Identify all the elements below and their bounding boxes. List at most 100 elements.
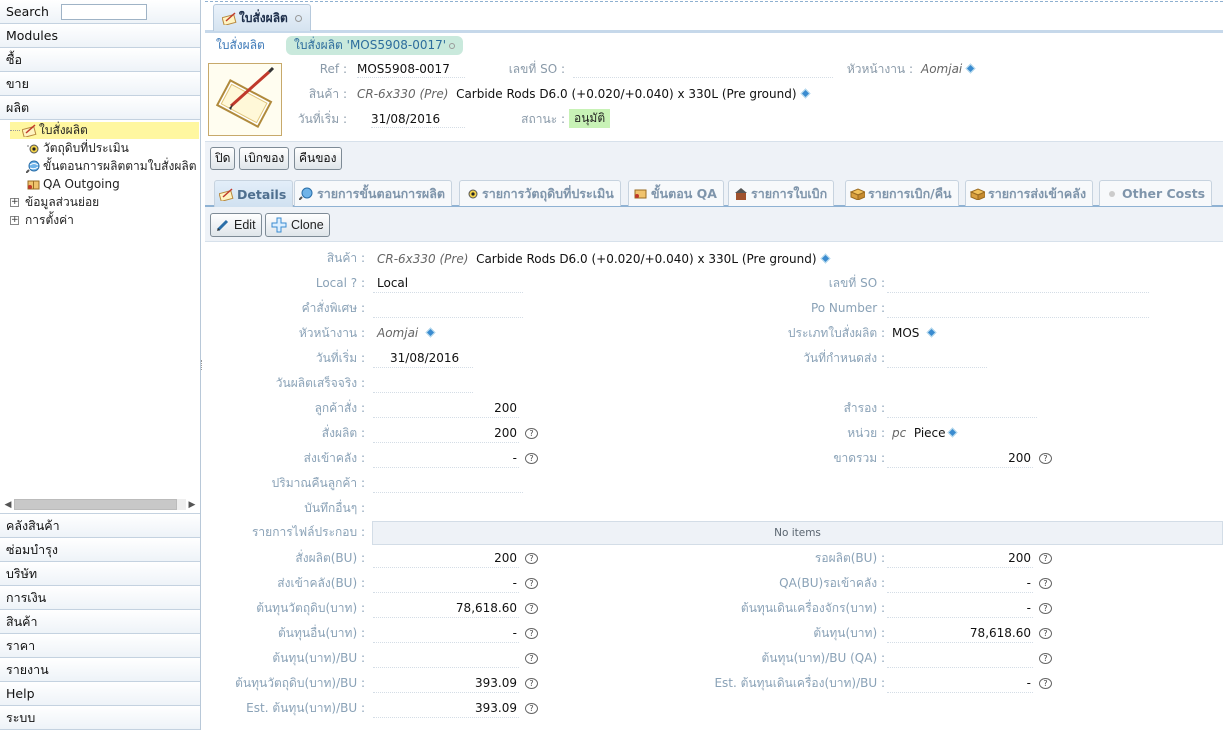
- lookup-diamond-icon[interactable]: [425, 327, 436, 338]
- speech-bubble-icon[interactable]: ?: [1039, 628, 1052, 639]
- unit-label: หน่วย :: [847, 426, 885, 440]
- reserve-label: สำรอง :: [843, 401, 885, 415]
- cost-row-left-label: ต้นทุน(บาท)/BU :: [272, 651, 365, 665]
- tab-stock-in[interactable]: รายการส่งเข้าคลัง: [965, 180, 1094, 206]
- customer-return-value: [373, 473, 523, 493]
- section-warehouse[interactable]: คลังสินค้า: [0, 514, 200, 538]
- speech-bubble-icon[interactable]: ?: [525, 428, 538, 439]
- speech-bubble-icon[interactable]: ?: [1039, 553, 1052, 564]
- due-date-value: [887, 348, 987, 368]
- close-order-button[interactable]: ปิด: [210, 147, 236, 170]
- close-breadcrumb-icon[interactable]: [449, 42, 456, 49]
- detail-start-date-label: วันที่เริ่ม :: [315, 351, 365, 365]
- scroll-right-icon[interactable]: ▶: [186, 500, 198, 510]
- section-prices[interactable]: ราคา: [0, 634, 200, 658]
- product-value[interactable]: CR-6x330 (Pre) Carbide Rods D6.0 (+0.020…: [357, 85, 810, 103]
- lookup-diamond-icon[interactable]: [947, 427, 957, 438]
- section-products[interactable]: สินค้า: [0, 610, 200, 634]
- detail-start-date-value: 31/08/2016: [373, 348, 473, 368]
- pencil-document-icon: [219, 188, 234, 201]
- tab-underline: [205, 30, 1223, 33]
- lookup-diamond-icon[interactable]: [820, 253, 830, 264]
- tab-qa-steps[interactable]: ขั้นตอน QA: [628, 180, 724, 206]
- plus-icon: [271, 217, 287, 233]
- section-reports[interactable]: รายงาน: [0, 658, 200, 682]
- box-icon: [850, 187, 865, 200]
- speech-bubble-icon[interactable]: ?: [1039, 453, 1052, 464]
- ref-label: Ref :: [319, 62, 347, 76]
- speech-bubble-icon[interactable]: ?: [1039, 603, 1052, 614]
- section-production[interactable]: ผลิต: [0, 96, 200, 120]
- scroll-left-icon[interactable]: ◀: [2, 500, 14, 510]
- tree-horizontal-scrollbar[interactable]: ◀ ▶: [2, 498, 198, 511]
- start-date-value: 31/08/2016: [371, 110, 465, 128]
- speech-bubble-icon[interactable]: ?: [525, 453, 538, 464]
- tree-item-evaluated-material[interactable]: วัตถุดิบที่ประเมิน: [26, 140, 129, 157]
- speech-bubble-icon[interactable]: ?: [525, 578, 538, 589]
- cost-row-left-value: -: [373, 623, 519, 643]
- speech-bubble-icon[interactable]: ?: [525, 653, 538, 664]
- section-purchase[interactable]: ซื้อ: [0, 48, 200, 72]
- tab-evaluated-materials[interactable]: รายการวัตถุดิบที่ประเมิน: [459, 180, 621, 206]
- tree-item-qa-outgoing[interactable]: QA Outgoing: [26, 176, 120, 193]
- lookup-diamond-icon[interactable]: [926, 327, 937, 338]
- section-help[interactable]: Help: [0, 682, 200, 706]
- tree-item-settings[interactable]: + การตั้งค่า: [10, 212, 74, 229]
- eye-icon: [26, 142, 41, 155]
- sidebar-splitter[interactable]: [201, 360, 204, 370]
- mo-type-value[interactable]: MOS: [892, 324, 937, 342]
- section-system[interactable]: ระบบ: [0, 706, 200, 730]
- tab-withdraw-return[interactable]: รายการเบิก/คืน: [845, 180, 959, 206]
- withdraw-button[interactable]: เบิกของ: [239, 147, 290, 170]
- speech-bubble-icon[interactable]: ?: [525, 603, 538, 614]
- tree-item-production-steps[interactable]: ขั้นตอนการผลิตตามใบสั่งผลิต: [26, 158, 197, 175]
- search-bar: Search: [0, 0, 200, 24]
- return-button[interactable]: คืนของ: [294, 147, 342, 170]
- section-sales[interactable]: ขาย: [0, 72, 200, 96]
- speech-bubble-icon[interactable]: ?: [1039, 678, 1052, 689]
- breadcrumb-production-order[interactable]: ใบสั่งผลิต: [216, 36, 265, 55]
- unit-name: Piece: [913, 426, 946, 440]
- detail-supervisor-value[interactable]: Aomjai: [377, 324, 436, 342]
- tree-item-production-order[interactable]: ใบสั่งผลิต: [10, 122, 199, 139]
- finished-date-value: [373, 373, 473, 393]
- unit-value[interactable]: pc Piece: [892, 424, 957, 442]
- cost-row-left-value: [373, 648, 519, 668]
- lookup-diamond-icon[interactable]: [800, 88, 810, 99]
- modules-header[interactable]: Modules: [0, 24, 200, 48]
- plus-box-icon[interactable]: +: [10, 198, 19, 207]
- section-company[interactable]: บริษัท: [0, 562, 200, 586]
- book-icon: [26, 178, 41, 191]
- plus-box-icon[interactable]: +: [10, 216, 19, 225]
- speech-bubble-icon[interactable]: ?: [1039, 653, 1052, 664]
- lookup-diamond-icon[interactable]: [965, 63, 976, 74]
- globe-search-icon: [299, 187, 314, 200]
- cost-row-right-label: ต้นทุนเดินเครื่องจักร(บาท) :: [740, 601, 885, 615]
- tab-production-steps[interactable]: รายการขั้นตอนการผลิต: [294, 180, 453, 206]
- tab-details[interactable]: Details: [214, 180, 294, 208]
- unit-code: pc: [892, 426, 907, 440]
- speech-bubble-icon[interactable]: ?: [525, 703, 538, 714]
- section-maintenance[interactable]: ซ่อมบำรุง: [0, 538, 200, 562]
- cost-row-left-label: ต้นทุนอื่น(บาท) :: [277, 626, 365, 640]
- supervisor-value[interactable]: Aomjai: [921, 60, 976, 78]
- tree-item-sub-data[interactable]: + ข้อมูลส่วนย่อย: [10, 194, 99, 211]
- dot-icon: [1104, 187, 1119, 200]
- product-label: สินค้า :: [308, 87, 347, 101]
- clone-button[interactable]: Clone: [265, 213, 330, 237]
- window-tab-production-order[interactable]: ใบสั่งผลิต: [213, 4, 311, 31]
- tab-requisitions[interactable]: รายการใบเบิก: [728, 180, 835, 206]
- tree-item-label: ขั้นตอนการผลิตตามใบสั่งผลิต: [43, 159, 197, 173]
- tab-other-costs[interactable]: Other Costs: [1099, 180, 1213, 206]
- detail-product-value[interactable]: CR-6x330 (Pre) Carbide Rods D6.0 (+0.020…: [377, 250, 830, 268]
- edit-button[interactable]: Edit: [210, 213, 262, 237]
- search-input[interactable]: [60, 3, 147, 20]
- eye-icon: [464, 187, 479, 200]
- speech-bubble-icon[interactable]: ?: [525, 628, 538, 639]
- speech-bubble-icon[interactable]: ?: [525, 678, 538, 689]
- breadcrumb-current-record[interactable]: ใบสั่งผลิต 'MOS5908-0017': [286, 36, 464, 55]
- section-finance[interactable]: การเงิน: [0, 586, 200, 610]
- speech-bubble-icon[interactable]: ?: [1039, 578, 1052, 589]
- speech-bubble-icon[interactable]: ?: [525, 553, 538, 564]
- close-tab-icon[interactable]: [294, 14, 302, 22]
